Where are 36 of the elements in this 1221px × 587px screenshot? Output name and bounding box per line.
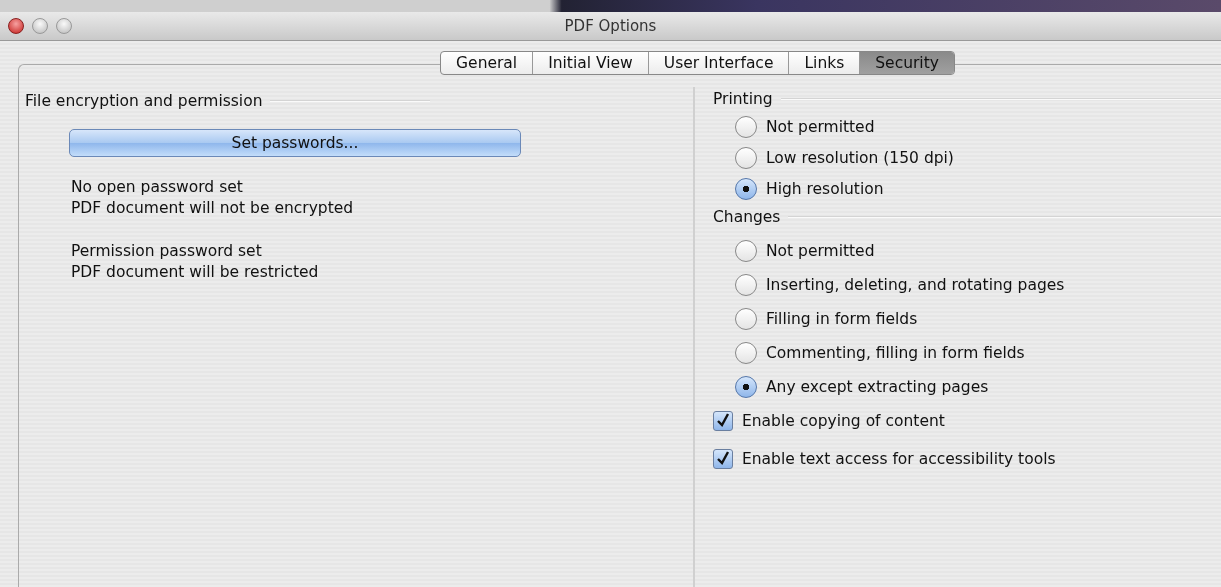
section-heading: Changes	[713, 208, 781, 226]
tab[interactable]: General	[441, 52, 534, 74]
option-label[interactable]: High resolution	[766, 180, 884, 198]
option-label[interactable]: Filling in form fields	[766, 310, 918, 328]
section-heading: File encryption and permission	[25, 92, 263, 110]
status-text: PDF document will not be encrypted	[71, 198, 355, 219]
status-text: PDF document will be restricted	[71, 262, 320, 283]
radio-button[interactable]	[735, 342, 757, 364]
checkbox[interactable]	[713, 411, 733, 431]
option-label[interactable]: Not permitted	[766, 242, 875, 260]
radio-button[interactable]	[735, 274, 757, 296]
option-label[interactable]: Low resolution (150 dpi)	[766, 149, 954, 167]
status-text: No open password set	[71, 177, 244, 198]
radio-button[interactable]	[735, 376, 757, 398]
checkbox[interactable]	[713, 449, 733, 469]
tab[interactable]: User Interface	[648, 52, 790, 74]
radio-button[interactable]	[735, 240, 757, 262]
checkbox-label[interactable]: Enable text access for accessibility tools	[742, 450, 1056, 468]
status-text: Permission password set	[71, 241, 263, 262]
radio-button[interactable]	[735, 178, 757, 200]
checkbox-label[interactable]: Enable copying of content	[742, 412, 945, 430]
option-label[interactable]: Any except extracting pages	[766, 378, 989, 396]
tab[interactable]: Initial View	[533, 52, 649, 74]
radio-button[interactable]	[735, 308, 757, 330]
option-label[interactable]: Inserting, deleting, and rotating pages	[766, 276, 1065, 294]
zoom-icon[interactable]	[56, 18, 72, 34]
minimize-icon[interactable]	[32, 18, 48, 34]
option-label[interactable]: Commenting, filling in form fields	[766, 344, 1025, 362]
set-passwords-button[interactable]: Set passwords...	[69, 129, 521, 157]
close-icon[interactable]	[8, 18, 24, 34]
radio-button[interactable]	[735, 147, 757, 169]
radio-button[interactable]	[735, 116, 757, 138]
option-label[interactable]: Not permitted	[766, 118, 875, 136]
window-title: PDF Options	[564, 17, 657, 35]
section-heading: Printing	[713, 90, 773, 108]
tab[interactable]: Security	[860, 52, 954, 74]
